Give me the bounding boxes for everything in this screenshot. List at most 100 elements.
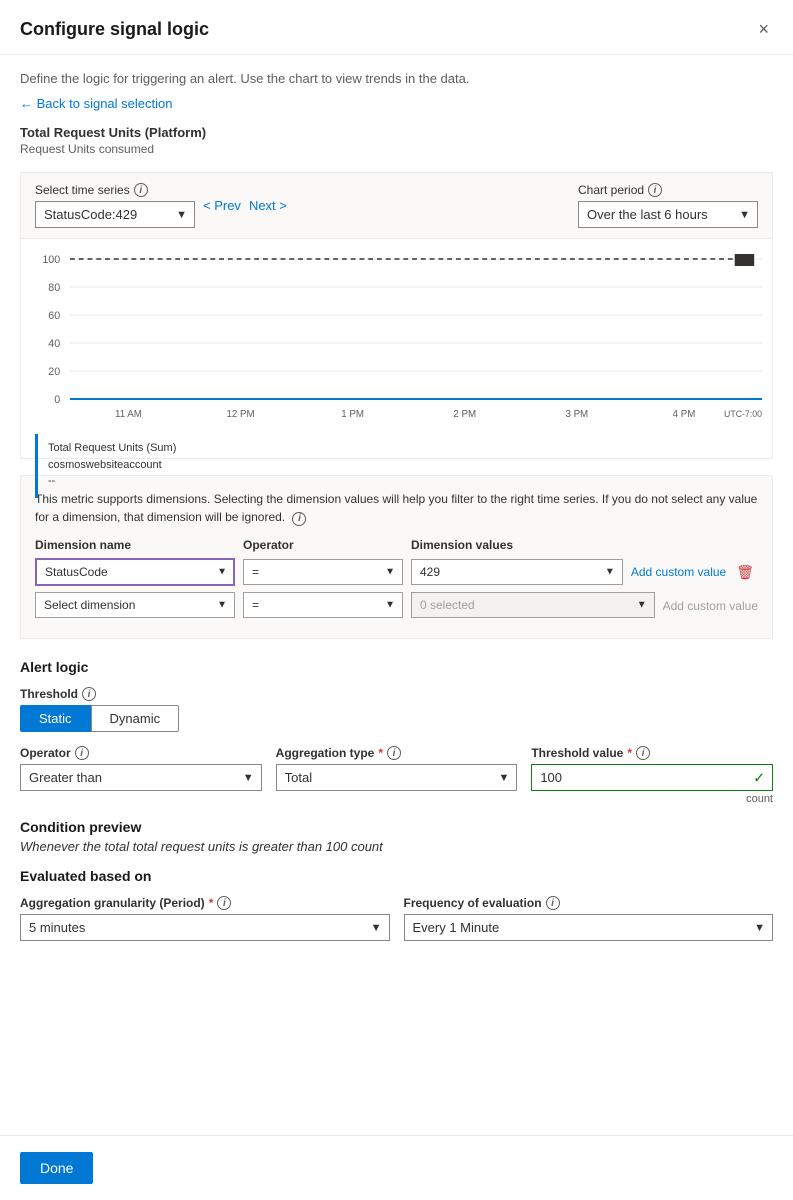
dimension-headers: Dimension name Operator Dimension values [35, 538, 758, 552]
done-button[interactable]: Done [20, 1152, 93, 1184]
evaluated-title: Evaluated based on [20, 868, 773, 884]
frequency-label: Frequency of evaluation i [404, 896, 774, 910]
panel-body: Define the logic for triggering an alert… [0, 55, 793, 1135]
next-button[interactable]: Next > [249, 198, 287, 213]
chart-period-info-icon[interactable]: i [648, 183, 662, 197]
dim-operator-select-wrap-2: = ▼ [243, 592, 403, 618]
add-custom-value-1[interactable]: Add custom value [631, 565, 726, 579]
alert-logic-form-row: Operator i Greater than Less than Greate… [20, 746, 773, 805]
legend-line1: Total Request Units (Sum) [48, 440, 752, 457]
svg-text:0: 0 [54, 394, 60, 406]
aggregation-field-label: Aggregation type * i [276, 746, 518, 760]
close-button[interactable]: × [754, 16, 773, 42]
svg-text:2 PM: 2 PM [453, 409, 476, 420]
signal-name: Total Request Units (Platform) [20, 125, 773, 140]
operator-info-icon[interactable]: i [75, 746, 89, 760]
condition-preview-title: Condition preview [20, 819, 773, 835]
threshold-value-input[interactable] [531, 764, 773, 791]
delete-dimension-1[interactable]: 🗑 [732, 562, 758, 583]
svg-text:20: 20 [48, 366, 60, 378]
svg-text:80: 80 [48, 282, 60, 294]
legend-line2: cosmoswebsiteaccount [48, 457, 752, 474]
granularity-select[interactable]: 5 minutes 1 minute 15 minutes 30 minutes… [20, 914, 390, 941]
chart-period-label: Chart period i [578, 183, 758, 197]
threshold-value-check-icon: ✓ [753, 769, 765, 786]
frequency-select[interactable]: Every 1 Minute Every 5 Minutes Every 15 … [404, 914, 774, 941]
dim-name-select-2[interactable]: Select dimension [35, 592, 235, 618]
dimension-row-1: StatusCode ▼ = ▼ 429 ▼ Add [35, 558, 758, 586]
granularity-select-wrap: 5 minutes 1 minute 15 minutes 30 minutes… [20, 914, 390, 941]
eval-grid: Aggregation granularity (Period) * i 5 m… [20, 896, 773, 941]
chart-right-controls: Chart period i Over the last 6 hours Ove… [578, 183, 758, 228]
dim-value-select-wrap-2: 0 selected ▼ [411, 592, 655, 618]
dimension-section: This metric supports dimensions. Selecti… [20, 475, 773, 639]
threshold-value-input-wrap: ✓ [531, 764, 773, 791]
svg-text:12 PM: 12 PM [226, 409, 254, 420]
dimension-info-icon[interactable]: i [292, 512, 306, 526]
count-label: count [531, 793, 773, 805]
threshold-label: Threshold i [20, 687, 773, 701]
svg-text:3 PM: 3 PM [565, 409, 588, 420]
dim-value-select-1[interactable]: 429 [411, 559, 623, 585]
dimension-row-2: Select dimension ▼ = ▼ 0 selected ▼ [35, 592, 758, 618]
svg-text:60: 60 [48, 310, 60, 322]
chart-controls: Select time series i StatusCode:429 ▼ < … [20, 172, 773, 239]
time-series-select[interactable]: StatusCode:429 [35, 201, 195, 228]
time-series-control: Select time series i StatusCode:429 ▼ [35, 183, 195, 228]
dim-operator-select-1[interactable]: = [243, 559, 403, 585]
chart-nav: < Prev Next > [203, 198, 287, 213]
chart-left-controls: Select time series i StatusCode:429 ▼ < … [35, 183, 287, 228]
svg-text:4 PM: 4 PM [673, 409, 696, 420]
dim-name-select-wrap-2: Select dimension ▼ [35, 592, 235, 618]
signal-subtitle: Request Units consumed [20, 142, 773, 156]
threshold-value-info-icon[interactable]: i [636, 746, 650, 760]
operator-select[interactable]: Greater than Less than Greater than or e… [20, 764, 262, 791]
threshold-toggle-group: Static Dynamic [20, 705, 773, 732]
dim-value-select-wrap-1: 429 ▼ [411, 559, 623, 585]
time-series-label: Select time series i [35, 183, 195, 197]
chart-period-select[interactable]: Over the last 6 hours Over the last 1 ho… [578, 201, 758, 228]
frequency-field: Frequency of evaluation i Every 1 Minute… [404, 896, 774, 941]
panel-footer: Done [0, 1135, 793, 1200]
chart-period-control: Chart period i Over the last 6 hours Ove… [578, 183, 758, 228]
dim-row-1-actions: Add custom value 🗑 [631, 562, 758, 583]
condition-preview-section: Condition preview Whenever the total tot… [20, 819, 773, 854]
threshold-info-icon[interactable]: i [82, 687, 96, 701]
dim-name-select-1[interactable]: StatusCode [35, 558, 235, 586]
panel-header: Configure signal logic × [0, 0, 793, 55]
time-series-select-wrap: StatusCode:429 ▼ [35, 201, 195, 228]
back-to-signal-link[interactable]: ← Back to signal selection [20, 96, 172, 111]
threshold-value-field: Threshold value * i ✓ count [531, 746, 773, 805]
chart-svg: 100 80 60 40 20 0 11 AM 12 PM 1 PM 2 PM [31, 249, 762, 429]
condition-preview-text: Whenever the total total request units i… [20, 839, 773, 854]
granularity-info-icon[interactable]: i [217, 896, 231, 910]
dim-value-select-2[interactable]: 0 selected [411, 592, 655, 618]
svg-text:11 AM: 11 AM [115, 409, 142, 420]
dim-col-name: Dimension name [35, 538, 235, 552]
configure-signal-panel: Configure signal logic × Define the logi… [0, 0, 793, 1200]
granularity-field: Aggregation granularity (Period) * i 5 m… [20, 896, 390, 941]
add-custom-value-2: Add custom value [663, 599, 758, 613]
aggregation-select-wrap: Total Average Count Maximum Minimum ▼ [276, 764, 518, 791]
aggregation-info-icon[interactable]: i [387, 746, 401, 760]
dim-operator-select-2[interactable]: = [243, 592, 403, 618]
chart-legend: Total Request Units (Sum) cosmoswebsitea… [35, 434, 762, 498]
aggregation-select[interactable]: Total Average Count Maximum Minimum [276, 764, 518, 791]
granularity-label: Aggregation granularity (Period) * i [20, 896, 390, 910]
alert-logic-title: Alert logic [20, 659, 773, 675]
panel-title: Configure signal logic [20, 19, 209, 40]
dim-col-operator: Operator [243, 538, 403, 552]
svg-text:100: 100 [42, 254, 60, 266]
static-toggle[interactable]: Static [20, 705, 91, 732]
panel-description: Define the logic for triggering an alert… [20, 71, 773, 86]
dynamic-toggle[interactable]: Dynamic [91, 705, 180, 732]
prev-button[interactable]: < Prev [203, 198, 241, 213]
time-series-info-icon[interactable]: i [134, 183, 148, 197]
svg-text:40: 40 [48, 338, 60, 350]
dim-row-2-add: Add custom value [663, 598, 758, 613]
frequency-select-wrap: Every 1 Minute Every 5 Minutes Every 15 … [404, 914, 774, 941]
legend-line3: -- [48, 473, 752, 490]
evaluated-based-on-section: Evaluated based on Aggregation granulari… [20, 868, 773, 941]
chart-area: 100 80 60 40 20 0 11 AM 12 PM 1 PM 2 PM [20, 239, 773, 459]
frequency-info-icon[interactable]: i [546, 896, 560, 910]
